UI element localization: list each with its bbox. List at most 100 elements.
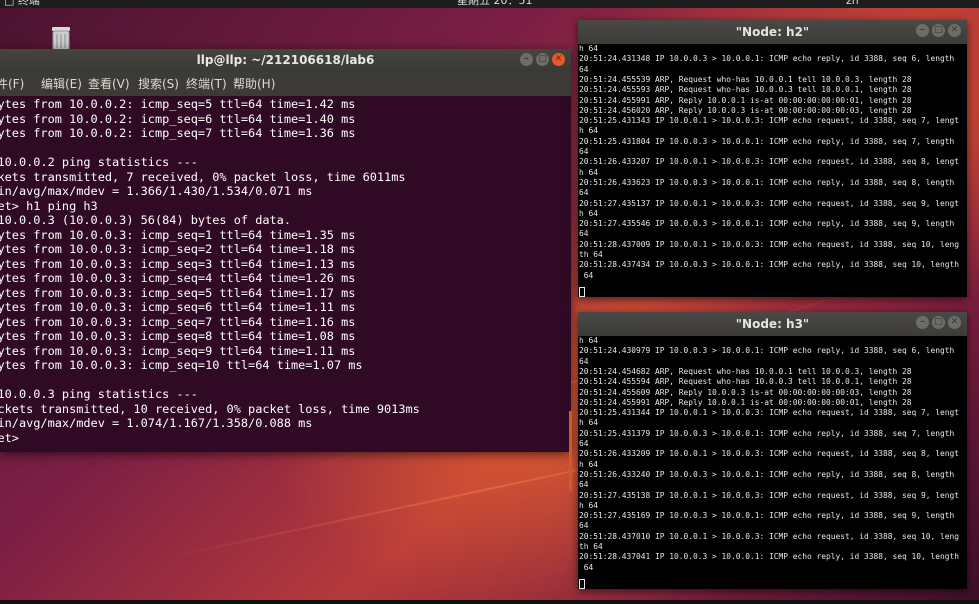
terminal-line: 64 — [579, 64, 589, 74]
terminal-line: 20:51:25.431344 IP 10.0.0.1 > 10.0.0.3: … — [579, 408, 960, 418]
menu-file[interactable]: 件(F) — [0, 72, 24, 96]
main-terminal-window[interactable]: llp@llp: ~/212106618/lab6 – □ ✕ 件(F) 编辑(E)… — [0, 49, 572, 491]
terminal-line: h 64 — [579, 44, 599, 53]
terminal-line: 64 — [579, 356, 589, 366]
terminal-line: 20:51:28.437010 IP 10.0.0.1 > 10.0.0.3: … — [579, 531, 960, 541]
terminal-line: 64 — [579, 270, 594, 280]
terminal-line: 64 — [579, 188, 589, 198]
window-title: "Node: h2" — [735, 25, 810, 39]
terminal-line: bytes from 10.0.0.3: icmp_seq=7 ttl=64 t… — [0, 314, 356, 329]
terminal-line: bytes from 10.0.0.2: icmp_seq=7 ttl=64 t… — [0, 126, 356, 140]
terminal-line: 64 — [579, 229, 589, 239]
window-title: llp@llp: ~/212106618/lab6 — [196, 53, 375, 67]
window-controls: – □ ✕ — [517, 53, 565, 68]
terminal-line: 20:51:27.435546 IP 10.0.0.3 > 10.0.0.1: … — [579, 219, 955, 229]
terminal-line: bytes from 10.0.0.3: icmp_seq=4 ttl=64 t… — [0, 271, 356, 285]
terminal-line: bytes from 10.0.0.3: icmp_seq=8 ttl=64 t… — [0, 329, 356, 343]
terminal-output[interactable]: bytes from 10.0.0.2: icmp_seq=5 ttl=64 t… — [0, 96, 571, 452]
menu-view[interactable]: 查看(V) — [88, 72, 130, 96]
window-title: "Node: h3" — [735, 317, 810, 331]
terminal-line: min/avg/max/mdev = 1.074/1.167/1.358/0.0… — [0, 416, 313, 430]
minimize-icon[interactable]: – — [520, 53, 533, 66]
terminal-line: 20:51:26.433623 IP 10.0.0.3 > 10.0.0.1: … — [579, 177, 955, 187]
terminal-line: bytes from 10.0.0.3: icmp_seq=5 ttl=64 t… — [0, 285, 356, 300]
maximize-icon[interactable]: □ — [932, 316, 945, 329]
terminal-line: 20:51:28.437041 IP 10.0.0.3 > 10.0.0.1: … — [579, 552, 960, 562]
terminal-line: 20:51:27.435137 IP 10.0.0.1 > 10.0.0.3: … — [579, 198, 960, 208]
menu-edit[interactable]: 编辑(E) — [41, 72, 82, 96]
terminal-line: h 64 — [579, 500, 599, 510]
close-icon[interactable]: ✕ — [948, 316, 961, 329]
terminal-line: 20:51:24.455594 ARP, Request who-has 10.… — [579, 377, 912, 387]
terminal-line: 20:51:25.431343 IP 10.0.0.1 > 10.0.0.3: … — [579, 116, 960, 126]
terminal-line: 64 — [579, 480, 589, 490]
terminal-line: 64 — [579, 147, 589, 156]
node-h2-window[interactable]: "Node: h2" – □ ✕ h 64 20:51:24.431348 IP 10… — [578, 20, 967, 297]
terminal-cursor — [579, 579, 585, 589]
terminal-line: - 10.0.0.3 ping statistics --- — [0, 387, 198, 401]
terminal-line: packets transmitted, 7 received, 0% pack… — [0, 169, 406, 184]
terminal-line: h 64 — [579, 167, 599, 177]
terminal-line: 20:51:24.454682 ARP, Request who-has 10.… — [579, 366, 912, 376]
terminal-line: 20:51:24.430979 IP 10.0.0.3 > 10.0.0.1: … — [579, 346, 955, 356]
terminal-line: ninet> — [0, 430, 19, 445]
terminal-line: bytes from 10.0.0.3: icmp_seq=1 ttl=64 t… — [0, 227, 356, 242]
terminal-line: ninet> h1 ping h3 — [0, 198, 98, 213]
window-controls: – □ ✕ — [913, 24, 961, 39]
terminal-line: 20:51:24.456020 ARP, Reply 10.0.0.3 is-a… — [579, 105, 912, 115]
node-h2-titlebar[interactable]: "Node: h2" – □ ✕ — [578, 20, 967, 44]
terminal-line: 64 — [579, 439, 589, 448]
terminal-line: bytes from 10.0.0.3: icmp_seq=10 ttl=64 … — [0, 358, 363, 372]
clock[interactable]: 星期五 20：51 — [457, 0, 533, 8]
maximize-icon[interactable]: □ — [932, 24, 945, 37]
node-h2-output[interactable]: h 64 20:51:24.431348 IP 10.0.0.3 > 10.0.0… — [578, 44, 967, 297]
activities-app-label[interactable]: □ 终端 — [4, 0, 40, 8]
minimize-icon[interactable]: – — [916, 24, 929, 37]
terminal-line: 20:51:26.433209 IP 10.0.0.1 > 10.0.0.3: … — [579, 449, 960, 459]
terminal-line: h 64 — [579, 208, 599, 218]
terminal-line: 20:51:28.437009 IP 10.0.0.1 > 10.0.0.3: … — [579, 239, 960, 249]
top-panel: □ 终端 星期五 20：51 zh — [0, 0, 979, 8]
node-h3-titlebar[interactable]: "Node: h3" – □ ✕ — [578, 312, 967, 336]
bottom-edge — [0, 600, 979, 604]
main-terminal-titlebar[interactable]: llp@llp: ~/212106618/lab6 – □ ✕ — [0, 49, 571, 72]
input-method-indicator[interactable]: zh — [846, 0, 859, 8]
terminal-line: 20:51:26.433240 IP 10.0.0.3 > 10.0.0.1: … — [579, 469, 955, 479]
menu-help[interactable]: 帮助(H) — [233, 72, 275, 96]
menu-bar: 件(F) 编辑(E) 查看(V) 搜索(S) 终端(T) 帮助(H) — [0, 72, 571, 96]
window-controls: – □ ✕ — [913, 316, 961, 331]
maximize-icon[interactable]: □ — [536, 53, 549, 66]
terminal-line: 20:51:27.435138 IP 10.0.0.1 > 10.0.0.3: … — [579, 490, 960, 500]
terminal-line: h 64 — [579, 336, 599, 345]
terminal-line: min/avg/max/mdev = 1.366/1.430/1.534/0.0… — [0, 184, 313, 198]
close-icon[interactable]: ✕ — [552, 53, 565, 66]
terminal-line: 20:51:24.455991 ARP, Reply 10.0.0.1 is-a… — [579, 95, 912, 105]
terminal-line: th 64 — [579, 250, 603, 259]
terminal-line: 20:51:25.431379 IP 10.0.0.3 > 10.0.0.1: … — [579, 428, 955, 438]
terminal-line: 20:51:25.431804 IP 10.0.0.3 > 10.0.0.1: … — [579, 136, 955, 146]
node-h3-window[interactable]: "Node: h3" – □ ✕ h 64 20:51:24.430979 IP 10… — [578, 312, 967, 589]
scrollbar-thumb[interactable] — [569, 411, 572, 491]
terminal-line: th 64 — [579, 542, 603, 551]
menu-search[interactable]: 搜索(S) — [138, 72, 179, 96]
terminal-line: 20:51:27.435169 IP 10.0.0.3 > 10.0.0.1: … — [579, 511, 955, 521]
terminal-line: bytes from 10.0.0.3: icmp_seq=6 ttl=64 t… — [0, 300, 356, 314]
terminal-line: bytes from 10.0.0.2: icmp_seq=5 ttl=64 t… — [0, 97, 356, 111]
minimize-icon[interactable]: – — [916, 316, 929, 329]
terminal-line: h 64 — [579, 459, 599, 469]
terminal-line: 20:51:26.433207 IP 10.0.0.1 > 10.0.0.3: … — [579, 157, 960, 167]
terminal-line: bytes from 10.0.0.3: icmp_seq=3 ttl=64 t… — [0, 256, 356, 271]
terminal-line: bytes from 10.0.0.2: icmp_seq=6 ttl=64 t… — [0, 111, 356, 126]
menu-terminal[interactable]: 终端(T) — [186, 72, 227, 96]
terminal-line: bytes from 10.0.0.3: icmp_seq=9 ttl=64 t… — [0, 343, 356, 358]
terminal-line: bytes from 10.0.0.3: icmp_seq=2 ttl=64 t… — [0, 242, 356, 256]
terminal-line: 20:51:24.455609 ARP, Reply 10.0.0.3 is-a… — [579, 387, 912, 397]
terminal-line: h 64 — [579, 126, 599, 136]
node-h3-output[interactable]: h 64 20:51:24.430979 IP 10.0.0.3 > 10.0.0… — [578, 336, 967, 589]
terminal-line: - 10.0.0.2 ping statistics --- — [0, 155, 198, 169]
terminal-line: packets transmitted, 10 received, 0% pac… — [0, 401, 420, 416]
terminal-line: 20:51:24.455593 ARP, Request who-has 10.… — [579, 85, 912, 95]
close-icon[interactable]: ✕ — [948, 24, 961, 37]
terminal-line: 64 — [579, 562, 594, 572]
terminal-line: 20:51:24.455991 ARP, Reply 10.0.0.1 is-a… — [579, 397, 912, 407]
